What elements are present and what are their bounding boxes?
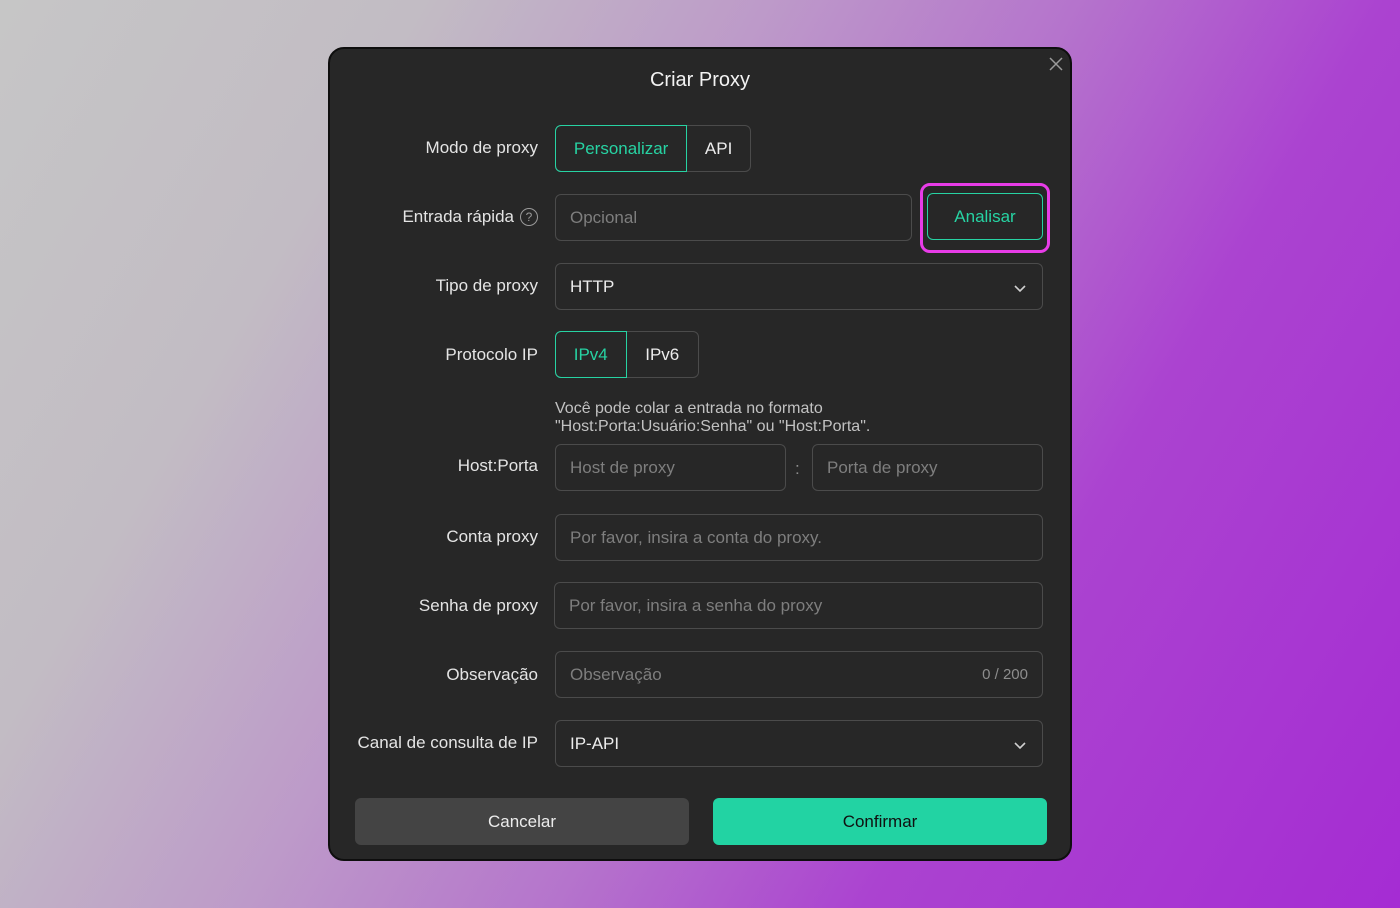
proxy-port-input[interactable]: Porta de proxy: [812, 444, 1043, 491]
close-icon[interactable]: [1048, 56, 1064, 72]
ip-protocol-option-ipv4[interactable]: IPv4: [555, 331, 627, 378]
analyze-highlight: Analisar: [920, 183, 1050, 253]
cancel-button[interactable]: Cancelar: [355, 798, 689, 845]
analyze-button[interactable]: Analisar: [927, 193, 1043, 240]
ip-protocol-option-ipv6[interactable]: IPv6: [627, 332, 698, 377]
quick-entry-input[interactable]: Opcional: [555, 194, 912, 241]
account-label: Conta proxy: [446, 527, 538, 546]
proxy-host-input[interactable]: Host de proxy: [555, 444, 786, 491]
proxy-type-select[interactable]: HTTP: [555, 263, 1043, 310]
proxy-mode-label: Modo de proxy: [425, 138, 538, 157]
proxy-password-input[interactable]: Por favor, insira a senha do proxy: [554, 582, 1043, 629]
confirm-button[interactable]: Confirmar: [713, 798, 1047, 845]
note-label: Observação: [446, 665, 538, 684]
chevron-down-icon: [1014, 742, 1026, 750]
note-input[interactable]: Observação 0 / 200: [555, 651, 1043, 698]
note-char-counter: 0 / 200: [982, 666, 1028, 683]
ip-channel-label: Canal de consulta de IP: [357, 733, 538, 752]
quick-entry-label: Entrada rápida ?: [402, 207, 538, 227]
proxy-type-label: Tipo de proxy: [435, 276, 538, 295]
password-label: Senha de proxy: [418, 596, 538, 615]
help-icon[interactable]: ?: [520, 208, 538, 226]
format-hint: Você pode colar a entrada no formato "Ho…: [555, 400, 871, 435]
ip-protocol-label: Protocolo IP: [445, 345, 538, 364]
proxy-mode-option-personalizar[interactable]: Personalizar: [555, 125, 688, 172]
host-port-separator: :: [795, 459, 800, 478]
ip-channel-select[interactable]: IP-API: [555, 720, 1043, 767]
proxy-account-input[interactable]: Por favor, insira a conta do proxy.: [555, 514, 1043, 561]
host-port-label: Host:Porta: [457, 456, 538, 475]
chevron-down-icon: [1014, 285, 1026, 293]
proxy-mode-option-api[interactable]: API: [687, 126, 750, 171]
dialog-title: Criar Proxy: [649, 69, 750, 91]
proxy-mode-segmented: Personalizar API: [555, 125, 751, 172]
create-proxy-dialog: Criar Proxy Modo de proxy Personalizar A…: [328, 47, 1072, 861]
ip-protocol-segmented: IPv4 IPv6: [555, 331, 699, 378]
